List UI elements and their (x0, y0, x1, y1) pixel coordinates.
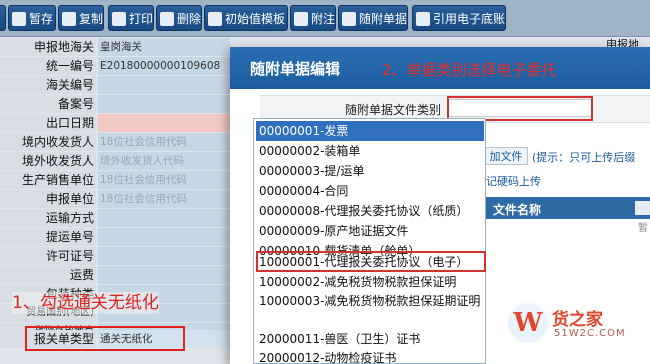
file-name-column: 文件名称 (493, 203, 542, 217)
form-row: 提运单号 (0, 228, 230, 246)
template-icon (208, 11, 222, 26)
watermark: W 货之家 51W2C.COM (508, 303, 648, 353)
add-file-button[interactable]: 加文件 (484, 147, 528, 165)
field-label: 许可证号 (0, 247, 96, 265)
field-value[interactable] (98, 114, 230, 132)
column-header-cell (635, 201, 650, 215)
field-value[interactable]: E20180000000109608 (98, 57, 230, 75)
upload-tip: (提示：只可上传后缀 (532, 151, 636, 164)
field-value[interactable]: 境外收发货人代码 (98, 152, 230, 170)
reference-ledger-button[interactable]: 引用电子底账 (412, 5, 506, 31)
copy-icon (62, 11, 76, 26)
form-row: 境外收发货人 境外收发货人代码 (0, 152, 230, 170)
form-row: 运费 (0, 266, 230, 284)
form-row: 运输方式 (0, 209, 230, 227)
field-value[interactable] (98, 266, 230, 284)
dropdown-option[interactable]: 00000004-合同 (256, 181, 484, 201)
copy-button[interactable]: 复制 (58, 5, 104, 31)
save-icon (12, 11, 26, 26)
field-label: 备案号 (0, 95, 96, 113)
upload-bar: 加文件 (提示：只可上传后缀 (470, 145, 650, 167)
note-icon (294, 11, 308, 26)
brand-logo-icon: W (508, 303, 548, 343)
field-value[interactable] (98, 228, 230, 246)
field-value[interactable] (98, 76, 230, 94)
annotation-paperless: 1、勾选通关无纸化 (12, 292, 159, 314)
dropdown-option[interactable]: 10000002-减免税货物税款担保证明 (256, 272, 484, 292)
field-value[interactable]: 18位社会信用代码 (98, 133, 230, 151)
form-row: 海关编号 (0, 76, 230, 94)
field-label: 申报单位 (0, 190, 96, 208)
printer-icon (112, 11, 126, 26)
note-button[interactable]: 附注 (290, 5, 336, 31)
field-value[interactable] (98, 247, 230, 265)
form-row: 申报地海关 皇岗海关 (0, 38, 230, 56)
field-label: 出口日期 (0, 114, 96, 132)
file-table-header: 文件名称 (485, 197, 650, 219)
field-value[interactable]: 皇岗海关 (98, 38, 230, 56)
dialog-titlebar: 随附单据编辑 2、单据类别选择电子委托 (230, 47, 650, 89)
field-label: 提运单号 (0, 228, 96, 246)
electronic-proxy-highlight (256, 251, 486, 272)
toolbar: 暂存 复制 打印 删除 初始值模板 附注 随附单据 引用电子底账 (0, 0, 650, 37)
save-draft-button[interactable]: 暂存 (8, 5, 56, 31)
form-row: 出口日期 (0, 114, 230, 132)
dropdown-option[interactable]: 00000009-原产地证据文件 (256, 221, 484, 241)
dropdown-option[interactable]: 10000003-减免税货物税款担保延期证明 (256, 292, 484, 310)
form-row: 申报单位 18位社会信用代码 (0, 190, 230, 208)
field-value[interactable]: 18位社会信用代码 (98, 190, 230, 208)
dropdown-option[interactable]: 00000001-发票 (256, 121, 484, 141)
link-icon (416, 11, 430, 26)
side-text: 暂 (638, 223, 648, 234)
form-row: 境内收发货人 18位社会信用代码 (0, 133, 230, 151)
attachment-icon (342, 11, 356, 26)
form-row: 许可证号 (0, 247, 230, 265)
delete-button[interactable]: 删除 (156, 5, 202, 31)
form-row: 统一编号 E20180000000109608 (0, 57, 230, 75)
dropdown-option[interactable]: 00000003-提/运单 (256, 161, 484, 181)
dialog-title: 随附单据编辑 (250, 60, 341, 78)
field-value[interactable]: 18位社会信用代码 (98, 171, 230, 189)
field-label: 运费 (0, 266, 96, 284)
annotation-doc-type: 2、单据类别选择电子委托 (382, 61, 557, 79)
dropdown-option[interactable]: 20000012-动物检疫证书 (256, 348, 484, 363)
field-value[interactable] (98, 209, 230, 227)
field-label: 运输方式 (0, 209, 96, 227)
save-draft-button[interactable] (0, 5, 6, 31)
dropdown-option[interactable]: 00000002-装箱单 (256, 141, 484, 161)
declaration-type-highlight (25, 326, 185, 351)
print-button[interactable]: 打印 (108, 5, 154, 31)
field-label: 海关编号 (0, 76, 96, 94)
doc-type-label: 随附单据文件类别 (345, 103, 442, 117)
field-label: 境外收发货人 (0, 152, 96, 170)
dropdown-option[interactable]: 20000011-兽医（卫生）证书 (256, 329, 484, 349)
dropdown-option[interactable]: 00000008-代理报关委托协议（纸质） (256, 201, 484, 221)
delete-icon (160, 11, 174, 26)
doc-type-dropdown: 00000001-发票 00000002-装箱单 00000003-提/运单 0… (253, 118, 486, 364)
field-value[interactable] (98, 95, 230, 113)
field-label: 申报地海关 (0, 38, 96, 56)
field-label: 生产销售单位 (0, 171, 96, 189)
watermark-brand: 货之家 (552, 310, 603, 330)
form-row: 备案号 (0, 95, 230, 113)
form-row: 生产销售单位 18位社会信用代码 (0, 171, 230, 189)
field-label: 境内收发货人 (0, 133, 96, 151)
qr-upload-link[interactable]: 记硬码上传 (486, 173, 541, 189)
template-button[interactable]: 初始值模板 (204, 5, 288, 31)
watermark-url: 51W2C.COM (554, 328, 626, 339)
field-label: 统一编号 (0, 57, 96, 75)
attachment-button[interactable]: 随附单据 (338, 5, 408, 31)
